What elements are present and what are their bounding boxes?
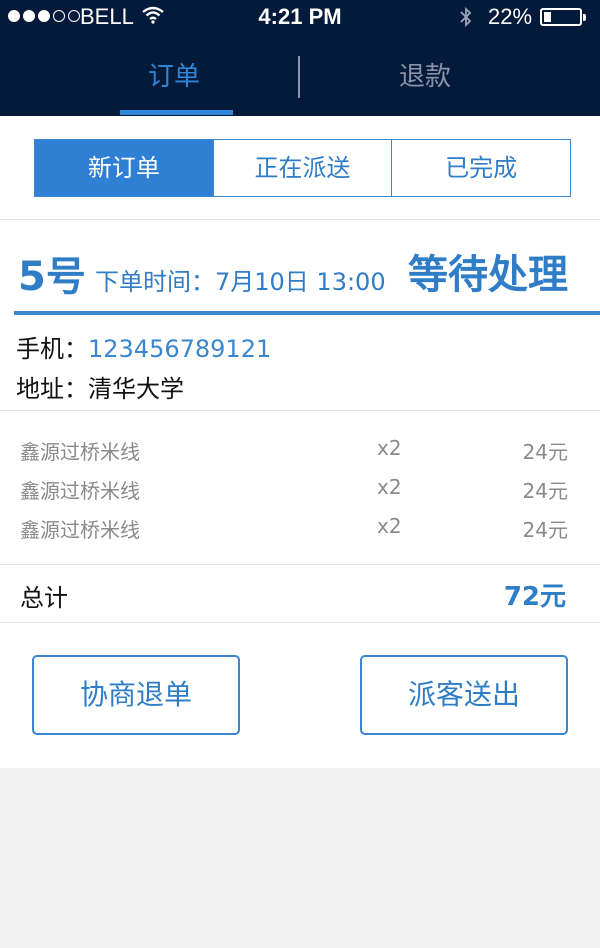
status-bar: BELL 4:21 PM 22% xyxy=(0,0,600,36)
item-name: 鑫源过桥米线 xyxy=(20,518,140,542)
battery-percentage: 22% xyxy=(488,4,533,29)
order-panel: 新订单 正在派送 已完成 5号 下单时间：7月10日 13:00 等待处理 手机… xyxy=(0,116,600,768)
item-quantity: x2 xyxy=(377,514,402,538)
item-name: 鑫源过桥米线 xyxy=(20,440,140,464)
segment-delivering[interactable]: 正在派送 xyxy=(212,140,392,196)
order-status: 等待处理 xyxy=(408,252,568,298)
divider xyxy=(0,622,600,623)
order-status-segmented-control: 新订单 正在派送 已完成 xyxy=(34,139,571,197)
negotiate-refund-button[interactable]: 协商退单 xyxy=(32,655,240,735)
divider xyxy=(0,410,600,411)
address-row: 地址：清华大学 xyxy=(16,369,184,404)
item-quantity: x2 xyxy=(377,436,402,460)
tab-refund[interactable]: 退款 xyxy=(300,56,550,116)
segment-new-orders[interactable]: 新订单 xyxy=(35,140,213,196)
item-name: 鑫源过桥米线 xyxy=(20,479,140,503)
bluetooth-icon xyxy=(460,6,472,28)
address-value: 清华大学 xyxy=(88,375,184,403)
active-tab-indicator xyxy=(120,110,233,115)
phone-label: 手机： xyxy=(16,335,88,363)
total-value: 72元 xyxy=(503,582,566,612)
tab-orders[interactable]: 订单 xyxy=(24,56,324,116)
list-item: 鑫源过桥米线 x2 24元 xyxy=(20,475,568,513)
battery-icon xyxy=(540,8,586,26)
total-label: 总计 xyxy=(20,584,68,612)
divider xyxy=(0,219,600,220)
order-time: 下单时间：7月10日 13:00 xyxy=(95,268,386,296)
list-item: 鑫源过桥米线 x2 24元 xyxy=(20,436,568,474)
phone-number-link[interactable]: 123456789121 xyxy=(88,335,271,363)
divider xyxy=(0,564,600,565)
segment-completed[interactable]: 已完成 xyxy=(391,140,570,196)
app-header: BELL 4:21 PM 22% 订单 退款 xyxy=(0,0,600,116)
item-price: 24元 xyxy=(522,440,568,464)
order-number: 5号 xyxy=(18,254,86,300)
dispatch-delivery-button[interactable]: 派客送出 xyxy=(360,655,568,735)
phone-row: 手机：123456789121 xyxy=(16,329,271,364)
item-price: 24元 xyxy=(522,479,568,503)
address-label: 地址： xyxy=(16,375,88,403)
item-quantity: x2 xyxy=(377,475,402,499)
list-item: 鑫源过桥米线 x2 24元 xyxy=(20,514,568,552)
item-price: 24元 xyxy=(522,518,568,542)
order-header-underline xyxy=(14,311,600,315)
